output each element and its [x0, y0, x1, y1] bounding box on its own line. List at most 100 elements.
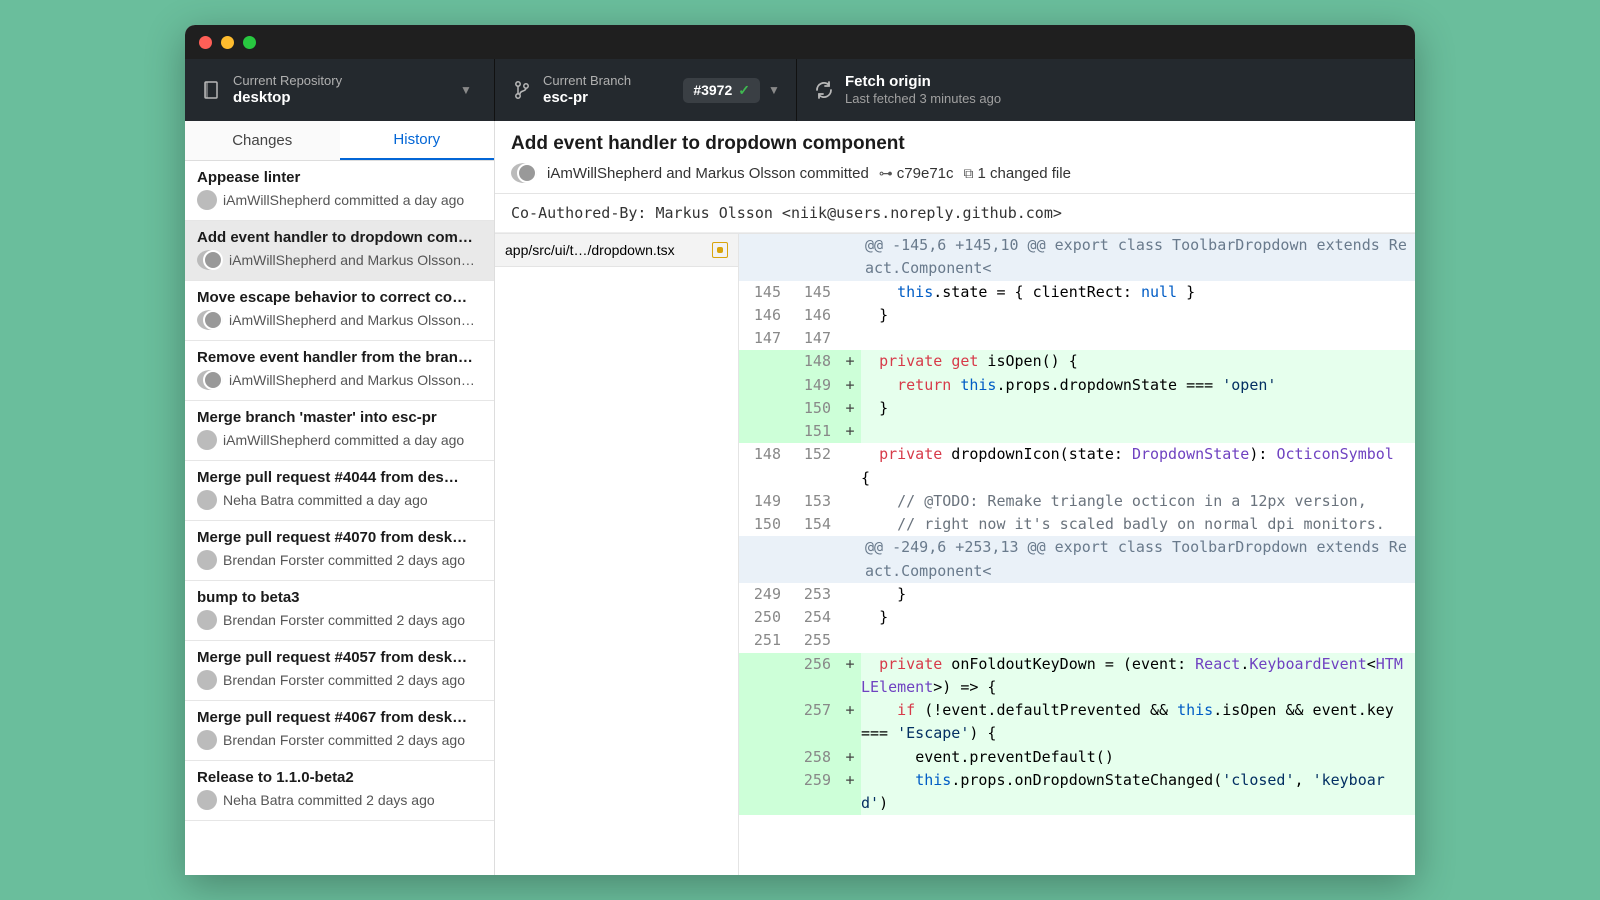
avatar-icon [197, 490, 217, 510]
sidebar-tabs: Changes History [185, 121, 494, 161]
commit-sub: iAmWillShepherd and Markus Olsson… [229, 252, 475, 268]
minimize-window-icon[interactable] [221, 36, 234, 49]
avatar-icon [197, 730, 217, 750]
branch-dropdown[interactable]: Current Branch esc-pr #3972 ✓ ▼ [495, 59, 797, 121]
commit-title: bump to beta3 [197, 589, 482, 606]
diff-line: 150154 // right now it's scaled badly on… [739, 513, 1415, 536]
diff-line: 258+ event.preventDefault() [739, 746, 1415, 769]
repo-label: Current Repository [233, 73, 460, 89]
commit-sub: iAmWillShepherd committed a day ago [223, 432, 464, 448]
tab-changes[interactable]: Changes [185, 121, 340, 160]
repo-value: desktop [233, 89, 460, 108]
commit-sub: iAmWillShepherd and Markus Olsson… [229, 372, 475, 388]
window-titlebar[interactable] [185, 25, 1415, 59]
diff-line: 259+ this.props.onDropdownStateChanged('… [739, 769, 1415, 816]
sha-block[interactable]: ⊶ c79e71c [879, 165, 954, 182]
diff-line: 145145 this.state = { clientRect: null } [739, 281, 1415, 304]
sha-value: c79e71c [897, 165, 954, 182]
diff-line: 146146 } [739, 304, 1415, 327]
commit-item[interactable]: Add event handler to dropdown com… iAmWi… [185, 221, 494, 281]
zoom-window-icon[interactable] [243, 36, 256, 49]
tab-history[interactable]: History [340, 121, 495, 160]
avatar-icon [197, 670, 217, 690]
detail-title: Add event handler to dropdown component [511, 133, 1399, 155]
commit-title: Merge branch 'master' into esc-pr [197, 409, 482, 426]
app-window: Current Repository desktop ▼ Current Bra… [185, 25, 1415, 875]
avatar-icon [197, 790, 217, 810]
repo-dropdown[interactable]: Current Repository desktop ▼ [185, 59, 495, 121]
diff-line: 151+ [739, 420, 1415, 443]
commit-item[interactable]: Remove event handler from the bran… iAmW… [185, 341, 494, 401]
commit-sub: Brendan Forster committed 2 days ago [223, 612, 465, 628]
fetch-sub: Last fetched 3 minutes ago [845, 91, 1398, 107]
commit-sub: iAmWillShepherd and Markus Olsson… [229, 312, 475, 328]
commit-item[interactable]: Release to 1.1.0-beta2 Neha Batra commit… [185, 761, 494, 821]
file-list: app/src/ui/t…/dropdown.tsx [495, 234, 739, 875]
commit-title: Release to 1.1.0-beta2 [197, 769, 482, 786]
chevron-down-icon: ▼ [460, 83, 478, 97]
avatar-icon [197, 190, 217, 210]
file-path: app/src/ui/t…/dropdown.tsx [505, 242, 675, 258]
commit-title: Move escape behavior to correct co… [197, 289, 482, 306]
diff-line: 256+ private onFoldoutKeyDown = (event: … [739, 653, 1415, 700]
file-diff-icon: ⧉ [964, 165, 974, 182]
commit-sub: Brendan Forster committed 2 days ago [223, 732, 465, 748]
commit-sub: Brendan Forster committed 2 days ago [223, 672, 465, 688]
changed-files[interactable]: ⧉ 1 changed file [964, 165, 1071, 182]
sidebar: Changes History Appease linter iAmWillSh… [185, 121, 495, 875]
changed-label: 1 changed file [978, 165, 1071, 182]
commit-title: Merge pull request #4044 from des… [197, 469, 482, 486]
chevron-down-icon: ▼ [768, 83, 786, 97]
commit-item[interactable]: Move escape behavior to correct co… iAmW… [185, 281, 494, 341]
diff-view[interactable]: @@ -145,6 +145,10 @@ export class Toolba… [739, 234, 1415, 875]
commit-title: Add event handler to dropdown com… [197, 229, 482, 246]
pr-number: #3972 [693, 82, 732, 98]
file-item[interactable]: app/src/ui/t…/dropdown.tsx [495, 234, 738, 267]
commit-item[interactable]: Merge pull request #4044 from des… Neha … [185, 461, 494, 521]
sync-icon [813, 81, 835, 99]
commit-item[interactable]: Appease linter iAmWillShepherd committed… [185, 161, 494, 221]
branch-icon [511, 80, 533, 100]
close-window-icon[interactable] [199, 36, 212, 49]
detail-header: Add event handler to dropdown component … [495, 121, 1415, 194]
commit-item[interactable]: Merge pull request #4067 from desk… Bren… [185, 701, 494, 761]
diff-line: 147147 [739, 327, 1415, 350]
commit-title: Merge pull request #4057 from desk… [197, 649, 482, 666]
repo-icon [201, 81, 223, 99]
avatar-icon [197, 310, 223, 330]
diff-line: @@ -249,6 +253,13 @@ export class Toolba… [739, 536, 1415, 583]
commit-item[interactable]: Merge pull request #4057 from desk… Bren… [185, 641, 494, 701]
diff-line: 148152 private dropdownIcon(state: Dropd… [739, 443, 1415, 490]
avatar-icon [197, 610, 217, 630]
commit-item[interactable]: bump to beta3 Brendan Forster committed … [185, 581, 494, 641]
commit-title: Merge pull request #4067 from desk… [197, 709, 482, 726]
commit-title: Remove event handler from the bran… [197, 349, 482, 366]
modified-badge-icon [712, 242, 728, 258]
commit-item[interactable]: Merge pull request #4070 from desk… Bren… [185, 521, 494, 581]
pr-status-pill[interactable]: #3972 ✓ [683, 78, 760, 103]
commit-sub: iAmWillShepherd committed a day ago [223, 192, 464, 208]
diff-area: app/src/ui/t…/dropdown.tsx @@ -145,6 +14… [495, 233, 1415, 875]
avatar-icon [197, 430, 217, 450]
toolbar: Current Repository desktop ▼ Current Bra… [185, 59, 1415, 121]
coauthor-line: Co-Authored-By: Markus Olsson <niik@user… [495, 194, 1415, 233]
branch-label: Current Branch [543, 73, 683, 89]
avatar-icon [197, 250, 223, 270]
main-content: Changes History Appease linter iAmWillSh… [185, 121, 1415, 875]
diff-line: 251255 [739, 629, 1415, 652]
commit-icon: ⊶ [879, 165, 893, 182]
commit-title: Appease linter [197, 169, 482, 186]
check-icon: ✓ [738, 82, 750, 99]
diff-line: 257+ if (!event.defaultPrevented && this… [739, 699, 1415, 746]
diff-line: 148+ private get isOpen() { [739, 350, 1415, 373]
commit-title: Merge pull request #4070 from desk… [197, 529, 482, 546]
fetch-title: Fetch origin [845, 73, 1398, 92]
commit-sub: Neha Batra committed a day ago [223, 492, 428, 508]
commit-item[interactable]: Merge branch 'master' into esc-pr iAmWil… [185, 401, 494, 461]
branch-value: esc-pr [543, 89, 683, 108]
detail-authors: iAmWillShepherd and Markus Olsson commit… [547, 165, 869, 182]
fetch-button[interactable]: Fetch origin Last fetched 3 minutes ago [797, 59, 1415, 121]
commit-list[interactable]: Appease linter iAmWillShepherd committed… [185, 161, 494, 875]
diff-line: 250254 } [739, 606, 1415, 629]
avatar-pair-icon [511, 163, 537, 183]
